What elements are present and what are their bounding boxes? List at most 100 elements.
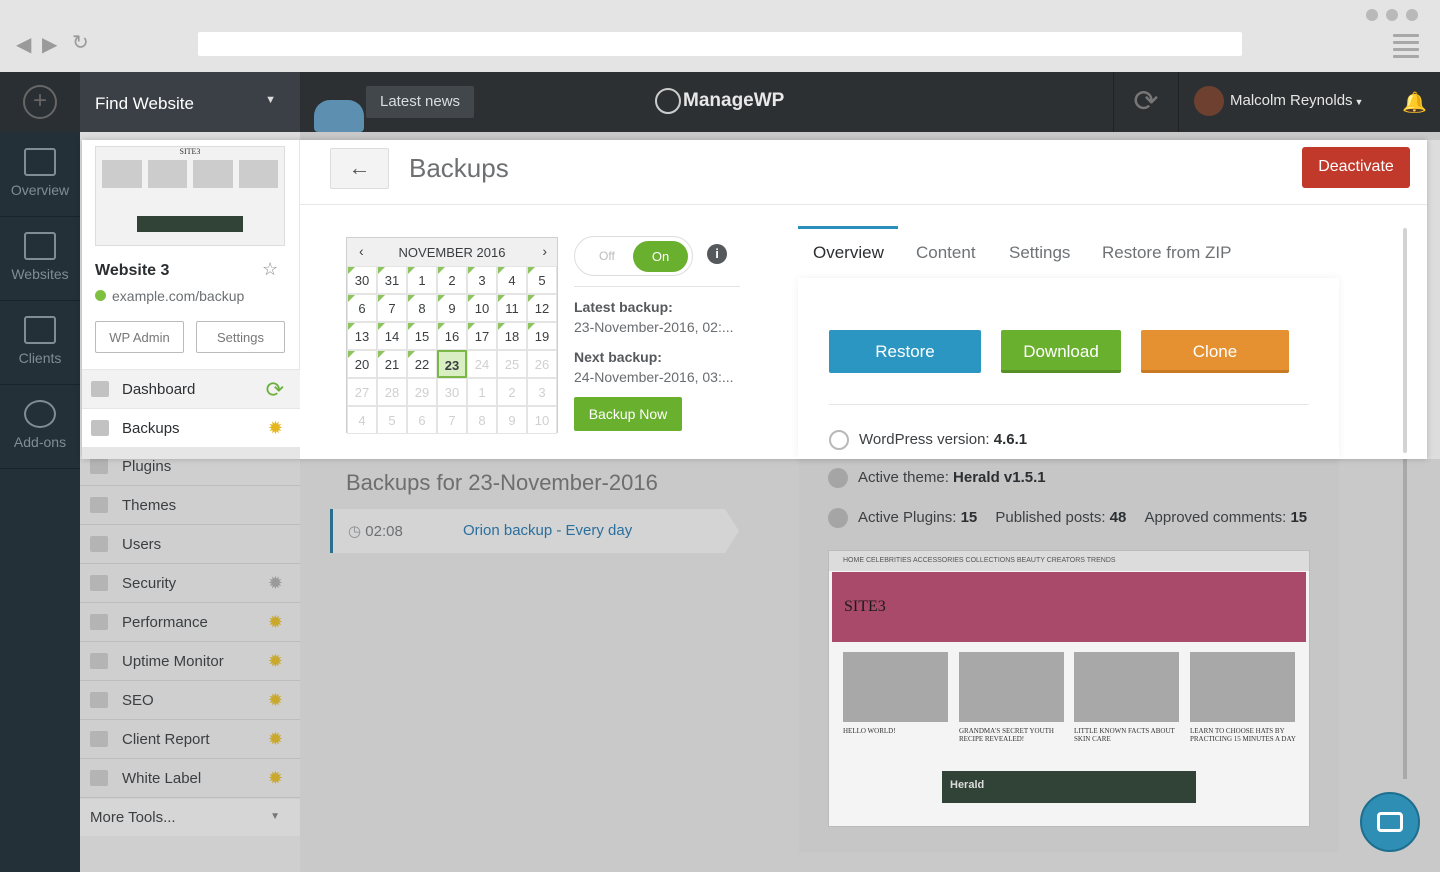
sidebar-item-white-label[interactable]: White Label ✹ <box>80 759 300 798</box>
deactivate-button[interactable]: Deactivate <box>1302 147 1410 188</box>
back-button[interactable]: ← <box>330 148 389 189</box>
calendar-day[interactable]: 13 <box>347 322 377 350</box>
calendar-day[interactable]: 7 <box>377 294 407 322</box>
sidebar-item-label: Backups <box>122 420 180 437</box>
sidebar-item-label: White Label <box>122 770 202 787</box>
calendar-day[interactable]: 30 <box>347 266 377 294</box>
nav-clients[interactable]: Clients <box>0 316 80 366</box>
sidebar-item-dashboard[interactable]: Dashboard ⟳ <box>82 369 300 408</box>
forward-arrow-icon[interactable]: ▶ <box>42 32 57 57</box>
reload-icon[interactable]: ↻ <box>72 30 89 55</box>
address-bar[interactable] <box>198 32 1242 56</box>
calendar-day[interactable]: 19 <box>527 322 557 350</box>
calendar-day[interactable]: 4 <box>497 266 527 294</box>
calendar-day[interactable]: 16 <box>437 322 467 350</box>
calendar-day[interactable]: 9 <box>437 294 467 322</box>
calendar-day[interactable]: 20 <box>347 350 377 378</box>
download-button[interactable]: Download <box>1001 330 1121 373</box>
calendar-header: ‹ NOVEMBER 2016 › <box>347 238 557 266</box>
sidebar-item-client-report[interactable]: Client Report ✹ <box>80 720 300 759</box>
back-arrow-icon[interactable]: ◀ <box>16 32 31 57</box>
calendar-day[interactable]: 6 <box>347 294 377 322</box>
calendar-day[interactable]: 23 <box>437 350 467 378</box>
tab-settings[interactable]: Settings <box>1009 226 1070 270</box>
thumb-title: SITE3 <box>179 147 201 156</box>
calendar-day[interactable]: 5 <box>527 266 557 294</box>
latest-news-button[interactable]: Latest news <box>366 86 475 118</box>
sidebar-item-security[interactable]: Security ✹ <box>80 564 300 603</box>
next-month-button[interactable]: › <box>542 243 547 259</box>
find-website-dropdown[interactable]: Find Website ▼ <box>80 72 300 132</box>
preview-caption: LITTLE KNOWN FACTS ABOUT SKIN CARE <box>1074 727 1175 743</box>
calendar-day[interactable]: 1 <box>407 266 437 294</box>
tab-overview[interactable]: Overview <box>798 226 898 270</box>
star-icon[interactable]: ☆ <box>262 259 278 280</box>
tab-restore-from-zip[interactable]: Restore from ZIP <box>1102 226 1231 270</box>
sidebar-item-users[interactable]: Users <box>80 525 300 564</box>
gear-icon: ✹ <box>267 729 283 749</box>
calendar-day[interactable]: 15 <box>407 322 437 350</box>
panel-scrollbar[interactable] <box>1403 228 1407 453</box>
calendar-day[interactable]: 18 <box>497 322 527 350</box>
sidebar-item-performance[interactable]: Performance ✹ <box>80 603 300 642</box>
site-thumbnail[interactable]: SITE3 <box>95 146 285 246</box>
backup-now-label: Backup Now <box>588 406 668 422</box>
app-logo[interactable]: ManageWP <box>655 88 784 114</box>
browser-menu-icon[interactable] <box>1393 34 1419 62</box>
site-url[interactable]: example.com/backup <box>95 288 244 304</box>
preview-banner: Herald <box>942 771 1196 803</box>
site-preview[interactable]: HOME CELEBRITIES ACCESSORIES COLLECTIONS… <box>828 550 1310 827</box>
nav-overview[interactable]: Overview <box>0 148 80 198</box>
caret-down-icon: ▼ <box>265 94 276 106</box>
preview-thumbnail <box>959 652 1064 722</box>
calendar-day[interactable]: 12 <box>527 294 557 322</box>
plus-icon: + <box>23 85 57 119</box>
calendar-day[interactable]: 17 <box>467 322 497 350</box>
sidebar-item-themes[interactable]: Themes <box>80 486 300 525</box>
bell-icon[interactable]: 🔔 <box>1402 90 1427 115</box>
info-icon[interactable]: i <box>707 244 727 264</box>
user-menu[interactable]: Malcolm Reynolds ▼ <box>1194 86 1363 116</box>
calendar-day[interactable]: 21 <box>377 350 407 378</box>
add-website-button[interactable]: + <box>0 72 80 132</box>
calendar-day[interactable]: 22 <box>407 350 437 378</box>
calendar-day[interactable]: 10 <box>467 294 497 322</box>
site-settings-label: Settings <box>217 330 264 345</box>
refresh-icon: ⟳ <box>1133 85 1159 118</box>
calendar-day[interactable]: 31 <box>377 266 407 294</box>
sidebar-item-uptime-monitor[interactable]: Uptime Monitor ✹ <box>80 642 300 681</box>
prev-month-button[interactable]: ‹ <box>359 243 364 259</box>
tab-content[interactable]: Content <box>916 226 976 270</box>
preview-caption: GRANDMA'S SECRET YOUTH RECIPE REVEALED! <box>959 727 1054 743</box>
site-name: Website 3 <box>95 262 170 279</box>
calendar-day[interactable]: 8 <box>407 294 437 322</box>
calendar-day: 2 <box>497 378 527 406</box>
calendar-day: 28 <box>377 378 407 406</box>
calendar-month: NOVEMBER 2016 <box>398 245 506 260</box>
chat-bubble-icon[interactable] <box>1360 792 1420 852</box>
nav-addons[interactable]: Add-ons <box>0 400 80 450</box>
backup-list-item[interactable]: ◷ 02:08 Orion backup - Every day <box>330 509 725 553</box>
backup-toggle[interactable]: Off On <box>574 236 693 276</box>
wp-admin-button[interactable]: WP Admin <box>95 321 184 353</box>
more-tools-label: More Tools... <box>90 809 176 826</box>
sync-button[interactable]: ⟳ <box>1113 72 1179 132</box>
sidebar-item-backups[interactable]: Backups ✹ <box>82 408 300 447</box>
calendar-day[interactable]: 11 <box>497 294 527 322</box>
calendar-day[interactable]: 3 <box>467 266 497 294</box>
backup-now-button[interactable]: Backup Now <box>574 397 682 431</box>
sidebar-item-label: Themes <box>122 497 177 514</box>
preview-caption: LEARN TO CHOOSE HATS BY PRACTICING 15 MI… <box>1190 727 1296 743</box>
restore-button[interactable]: Restore <box>829 330 981 373</box>
nav-websites[interactable]: Websites <box>0 232 80 282</box>
page-scrollbar[interactable] <box>1403 459 1407 779</box>
more-tools-dropdown[interactable]: More Tools... ▼ <box>80 799 300 836</box>
calendar-day[interactable]: 2 <box>437 266 467 294</box>
calendar-day[interactable]: 14 <box>377 322 407 350</box>
sidebar-item-seo[interactable]: SEO ✹ <box>80 681 300 720</box>
clone-button[interactable]: Clone <box>1141 330 1289 373</box>
report-icon <box>90 731 108 747</box>
backup-name-link[interactable]: Orion backup - Every day <box>463 522 632 539</box>
site-settings-button[interactable]: Settings <box>196 321 285 353</box>
backups-list-heading: Backups for 23-November-2016 <box>346 470 658 495</box>
